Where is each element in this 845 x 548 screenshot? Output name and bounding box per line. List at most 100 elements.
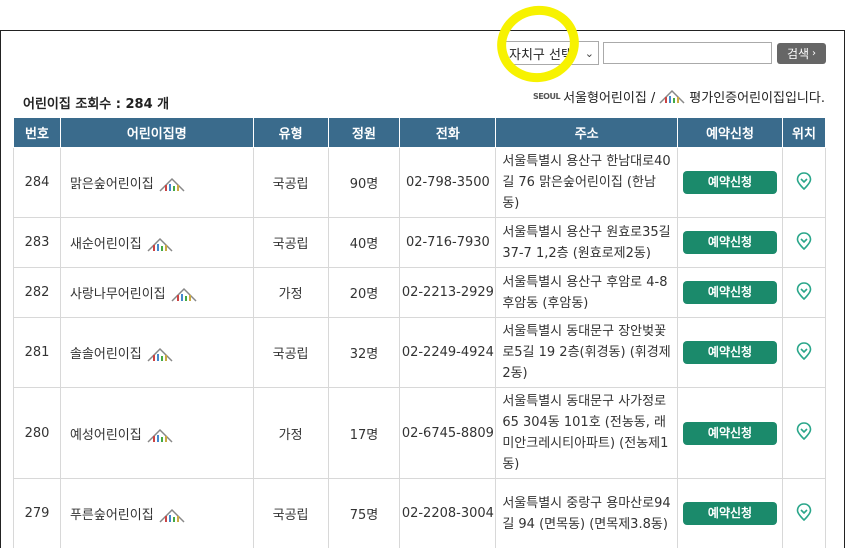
cell-phone: 02-2213-2929 <box>399 267 497 318</box>
district-select[interactable]: 자치구 선택 ⌄ <box>504 41 599 65</box>
header-reserve: 예약신청 <box>677 117 783 148</box>
cell-location <box>782 478 826 548</box>
cell-address: 서울특별시 용산구 원효로35길 37-7 1,2층 (원효로제2동) <box>495 217 679 268</box>
reserve-button[interactable]: 예약신청 <box>683 341 778 364</box>
cell-capacity: 75명 <box>327 478 401 548</box>
cell-type: 국공립 <box>252 478 329 548</box>
reserve-button[interactable]: 예약신청 <box>683 421 778 445</box>
cell-phone: 02-2208-3004 <box>399 478 497 548</box>
cell-reserve: 예약신청 <box>677 317 783 388</box>
cell-type: 국공립 <box>252 217 329 268</box>
cell-no: 284 <box>13 147 61 218</box>
cell-name[interactable]: 새순어린이집 <box>59 217 254 268</box>
cell-location <box>782 387 826 479</box>
table-row: 279 푸른숲어린이집 국공립 75명 02-2208-3004 서울특별시 중랑구 용… <box>13 478 826 548</box>
cell-name[interactable]: 솔솔어린이집 <box>59 317 254 388</box>
header-location: 위치 <box>782 117 826 148</box>
table-row: 282 사랑나무어린이집 가정 20명 02-2213-2929 서울특별시 용산구 후… <box>13 267 826 318</box>
reserve-button[interactable]: 예약신청 <box>683 231 778 254</box>
table-row: 284 맑은숲어린이집 국공립 90명 02-798-3500 서울특별시 용산구 한남… <box>13 147 826 218</box>
daycare-name-link[interactable]: 푸른숲어린이집 <box>70 508 154 523</box>
cell-no: 281 <box>13 317 61 388</box>
cell-no: 283 <box>13 217 61 268</box>
location-pin-icon[interactable] <box>796 502 812 521</box>
cell-capacity: 20명 <box>327 267 401 318</box>
search-bar: 자치구 선택 ⌄ 검색 › <box>504 41 826 65</box>
daycare-name-link[interactable]: 맑은숲어린이집 <box>70 177 154 192</box>
cell-type: 국공립 <box>252 147 329 218</box>
cell-capacity: 90명 <box>327 147 401 218</box>
cell-name[interactable]: 사랑나무어린이집 <box>59 267 254 318</box>
cell-address: 서울특별시 중랑구 용마산로94길 94 (면목동) (면목제3.8동) <box>495 478 679 548</box>
cell-name[interactable]: 맑은숲어린이집 <box>59 147 254 218</box>
cell-location <box>782 147 826 218</box>
cell-phone: 02-2249-4924 <box>399 317 497 388</box>
location-pin-icon[interactable] <box>796 231 812 250</box>
certification-icon <box>146 347 174 362</box>
daycare-name-link[interactable]: 예성어린이집 <box>70 428 142 443</box>
cell-no: 279 <box>13 478 61 548</box>
header-phone: 전화 <box>399 117 497 148</box>
cell-capacity: 32명 <box>327 317 401 388</box>
cell-name[interactable]: 푸른숲어린이집 <box>59 478 254 548</box>
header-capacity: 정원 <box>327 117 401 148</box>
table-row: 283 새순어린이집 국공립 40명 02-716-7930 서울특별시 용산구 원효로… <box>13 217 826 268</box>
cell-reserve: 예약신청 <box>677 147 783 218</box>
header-no: 번호 <box>13 117 61 148</box>
reserve-button[interactable]: 예약신청 <box>683 281 778 304</box>
daycare-name-link[interactable]: 솔솔어린이집 <box>70 347 142 362</box>
table-row: 281 솔솔어린이집 국공립 32명 02-2249-4924 서울특별시 동대문구 장… <box>13 317 826 388</box>
search-input[interactable] <box>603 42 772 64</box>
cell-address: 서울특별시 동대문구 장안벚꽃로5길 19 2층(휘경동) (휘경제2동) <box>495 317 679 388</box>
certification-icon <box>146 428 174 443</box>
cell-address: 서울특별시 용산구 한남대로40길 76 맑은숲어린이집 (한남동) <box>495 147 679 218</box>
cell-type: 국공립 <box>252 317 329 388</box>
cell-location <box>782 317 826 388</box>
table-row: 280 예성어린이집 가정 17명 02-6745-8809 서울특별시 동대문구 사가… <box>13 387 826 479</box>
cell-reserve: 예약신청 <box>677 217 783 268</box>
chevron-down-icon: ⌄ <box>584 46 594 60</box>
legend-text-2: 평가인증어린이집입니다. <box>689 91 825 106</box>
cell-phone: 02-6745-8809 <box>399 387 497 479</box>
certification-icon <box>170 287 198 302</box>
certification-icon <box>658 89 686 104</box>
cell-capacity: 17명 <box>327 387 401 479</box>
cell-address: 서울특별시 동대문구 사가정로 65 304동 101호 (전농동, 래미안크레… <box>495 387 679 479</box>
cell-phone: 02-798-3500 <box>399 147 497 218</box>
location-pin-icon[interactable] <box>796 281 812 300</box>
cell-reserve: 예약신청 <box>677 387 783 479</box>
district-select-label: 자치구 선택 <box>509 47 573 63</box>
cell-name[interactable]: 예성어린이집 <box>59 387 254 479</box>
header-address: 주소 <box>495 117 679 148</box>
cell-address: 서울특별시 용산구 후암로 4-8 후암동 (후암동) <box>495 267 679 318</box>
cell-capacity: 40명 <box>327 217 401 268</box>
chevron-right-icon: › <box>812 47 817 59</box>
cell-phone: 02-716-7930 <box>399 217 497 268</box>
location-pin-icon[interactable] <box>796 171 812 190</box>
certification-icon <box>158 177 186 192</box>
header-type: 유형 <box>252 117 329 148</box>
location-pin-icon[interactable] <box>796 341 812 360</box>
certification-icon <box>158 508 186 523</box>
cell-no: 280 <box>13 387 61 479</box>
cell-reserve: 예약신청 <box>677 267 783 318</box>
seoul-logo: SEOUL <box>532 92 561 101</box>
daycare-name-link[interactable]: 새순어린이집 <box>70 237 142 252</box>
cell-reserve: 예약신청 <box>677 478 783 548</box>
legend-text: 서울형어린이집 / <box>563 91 656 106</box>
search-button[interactable]: 검색 › <box>777 42 826 64</box>
result-count: 어린이집 조회수 : 284 개 <box>23 97 170 112</box>
cell-location <box>782 217 826 268</box>
certification-icon <box>146 237 174 252</box>
header-name: 어린이집명 <box>59 117 254 148</box>
table-header-row: 번호 어린이집명 유형 정원 전화 주소 예약신청 위치 <box>13 117 826 148</box>
reserve-button[interactable]: 예약신청 <box>683 502 778 525</box>
reserve-button[interactable]: 예약신청 <box>683 171 778 194</box>
search-button-label: 검색 <box>786 46 810 61</box>
daycare-name-link[interactable]: 사랑나무어린이집 <box>70 287 166 302</box>
location-pin-icon[interactable] <box>796 422 812 441</box>
daycare-table: 번호 어린이집명 유형 정원 전화 주소 예약신청 위치 284 맑은숲어린이집 … <box>13 117 826 548</box>
cell-type: 가정 <box>252 267 329 318</box>
cell-no: 282 <box>13 267 61 318</box>
legend: SEOUL 서울형어린이집 / 평가인증어린이집입니다. <box>533 87 825 106</box>
